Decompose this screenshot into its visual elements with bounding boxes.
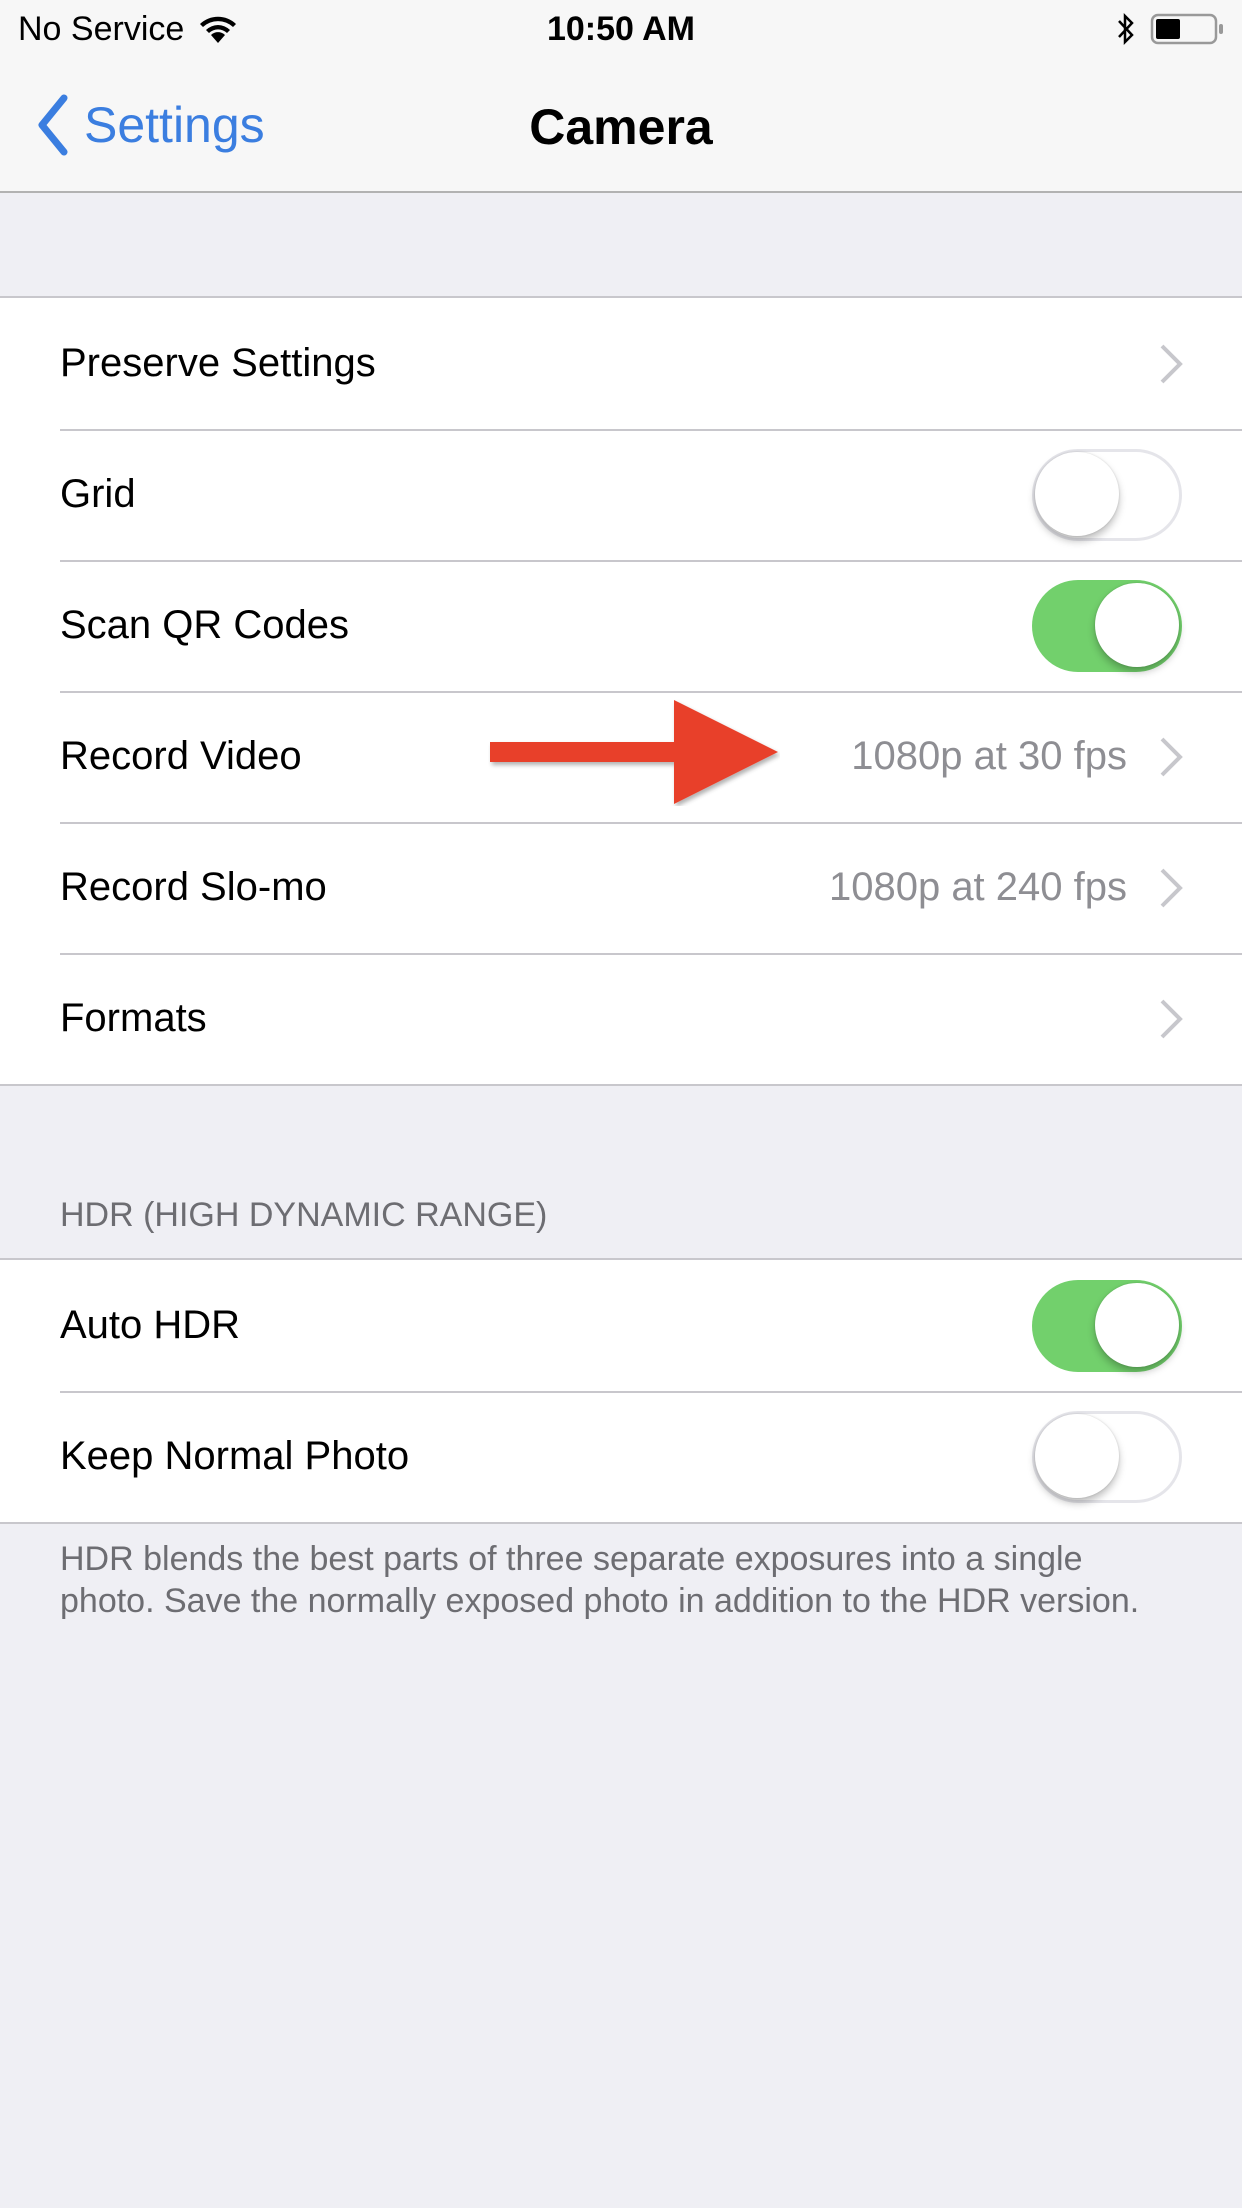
toggle-knob	[1095, 1282, 1179, 1367]
formats-row[interactable]: Formats	[0, 953, 1242, 1084]
row-label: Record Video	[60, 734, 302, 778]
hdr-settings-group: Auto HDR Keep Normal Photo	[0, 1258, 1242, 1524]
chevron-right-icon	[1160, 999, 1183, 1038]
row-label: Auto HDR	[60, 1303, 241, 1347]
back-button[interactable]: Settings	[36, 94, 265, 156]
auto-hdr-toggle[interactable]	[1032, 1279, 1182, 1372]
keep-normal-photo-row: Keep Normal Photo	[0, 1391, 1242, 1522]
row-label: Keep Normal Photo	[60, 1434, 410, 1478]
toggle-knob	[1095, 582, 1179, 667]
hdr-section-header: HDR (HIGH DYNAMIC RANGE)	[60, 1196, 548, 1234]
back-label: Settings	[84, 97, 265, 153]
status-bar: No Service 10:50 AM	[0, 0, 1242, 60]
auto-hdr-row: Auto HDR	[0, 1260, 1242, 1391]
bluetooth-icon	[1118, 12, 1134, 46]
record-video-value: 1080p at 30 fps	[851, 734, 1127, 778]
keep-normal-photo-toggle[interactable]	[1032, 1410, 1182, 1503]
toggle-knob	[1035, 1413, 1119, 1498]
row-label: Scan QR Codes	[60, 603, 350, 647]
row-label: Formats	[60, 996, 207, 1040]
row-label: Record Slo-mo	[60, 865, 327, 909]
preserve-settings-row[interactable]: Preserve Settings	[0, 298, 1242, 429]
annotation-arrow-icon	[490, 700, 778, 804]
chevron-left-icon	[38, 94, 68, 156]
row-label: Preserve Settings	[60, 341, 376, 385]
grid-row: Grid	[0, 429, 1242, 560]
navigation-bar: Settings Camera	[0, 60, 1242, 193]
grid-toggle[interactable]	[1032, 448, 1182, 541]
row-label: Grid	[60, 472, 136, 516]
scan-qr-codes-toggle[interactable]	[1032, 579, 1182, 672]
camera-settings-group: Preserve Settings Grid Scan QR Codes Rec…	[0, 296, 1242, 1086]
hdr-footer-note: HDR blends the best parts of three separ…	[60, 1540, 1140, 1620]
clock: 10:50 AM	[546, 10, 696, 48]
record-slo-mo-row[interactable]: Record Slo-mo 1080p at 240 fps	[0, 822, 1242, 953]
scan-qr-codes-row: Scan QR Codes	[0, 560, 1242, 691]
toggle-knob	[1035, 451, 1119, 536]
chevron-right-icon	[1160, 737, 1183, 776]
chevron-right-icon	[1160, 868, 1183, 907]
battery-icon	[1150, 13, 1223, 45]
record-slo-mo-value: 1080p at 240 fps	[828, 865, 1127, 909]
chevron-right-icon	[1160, 344, 1183, 383]
